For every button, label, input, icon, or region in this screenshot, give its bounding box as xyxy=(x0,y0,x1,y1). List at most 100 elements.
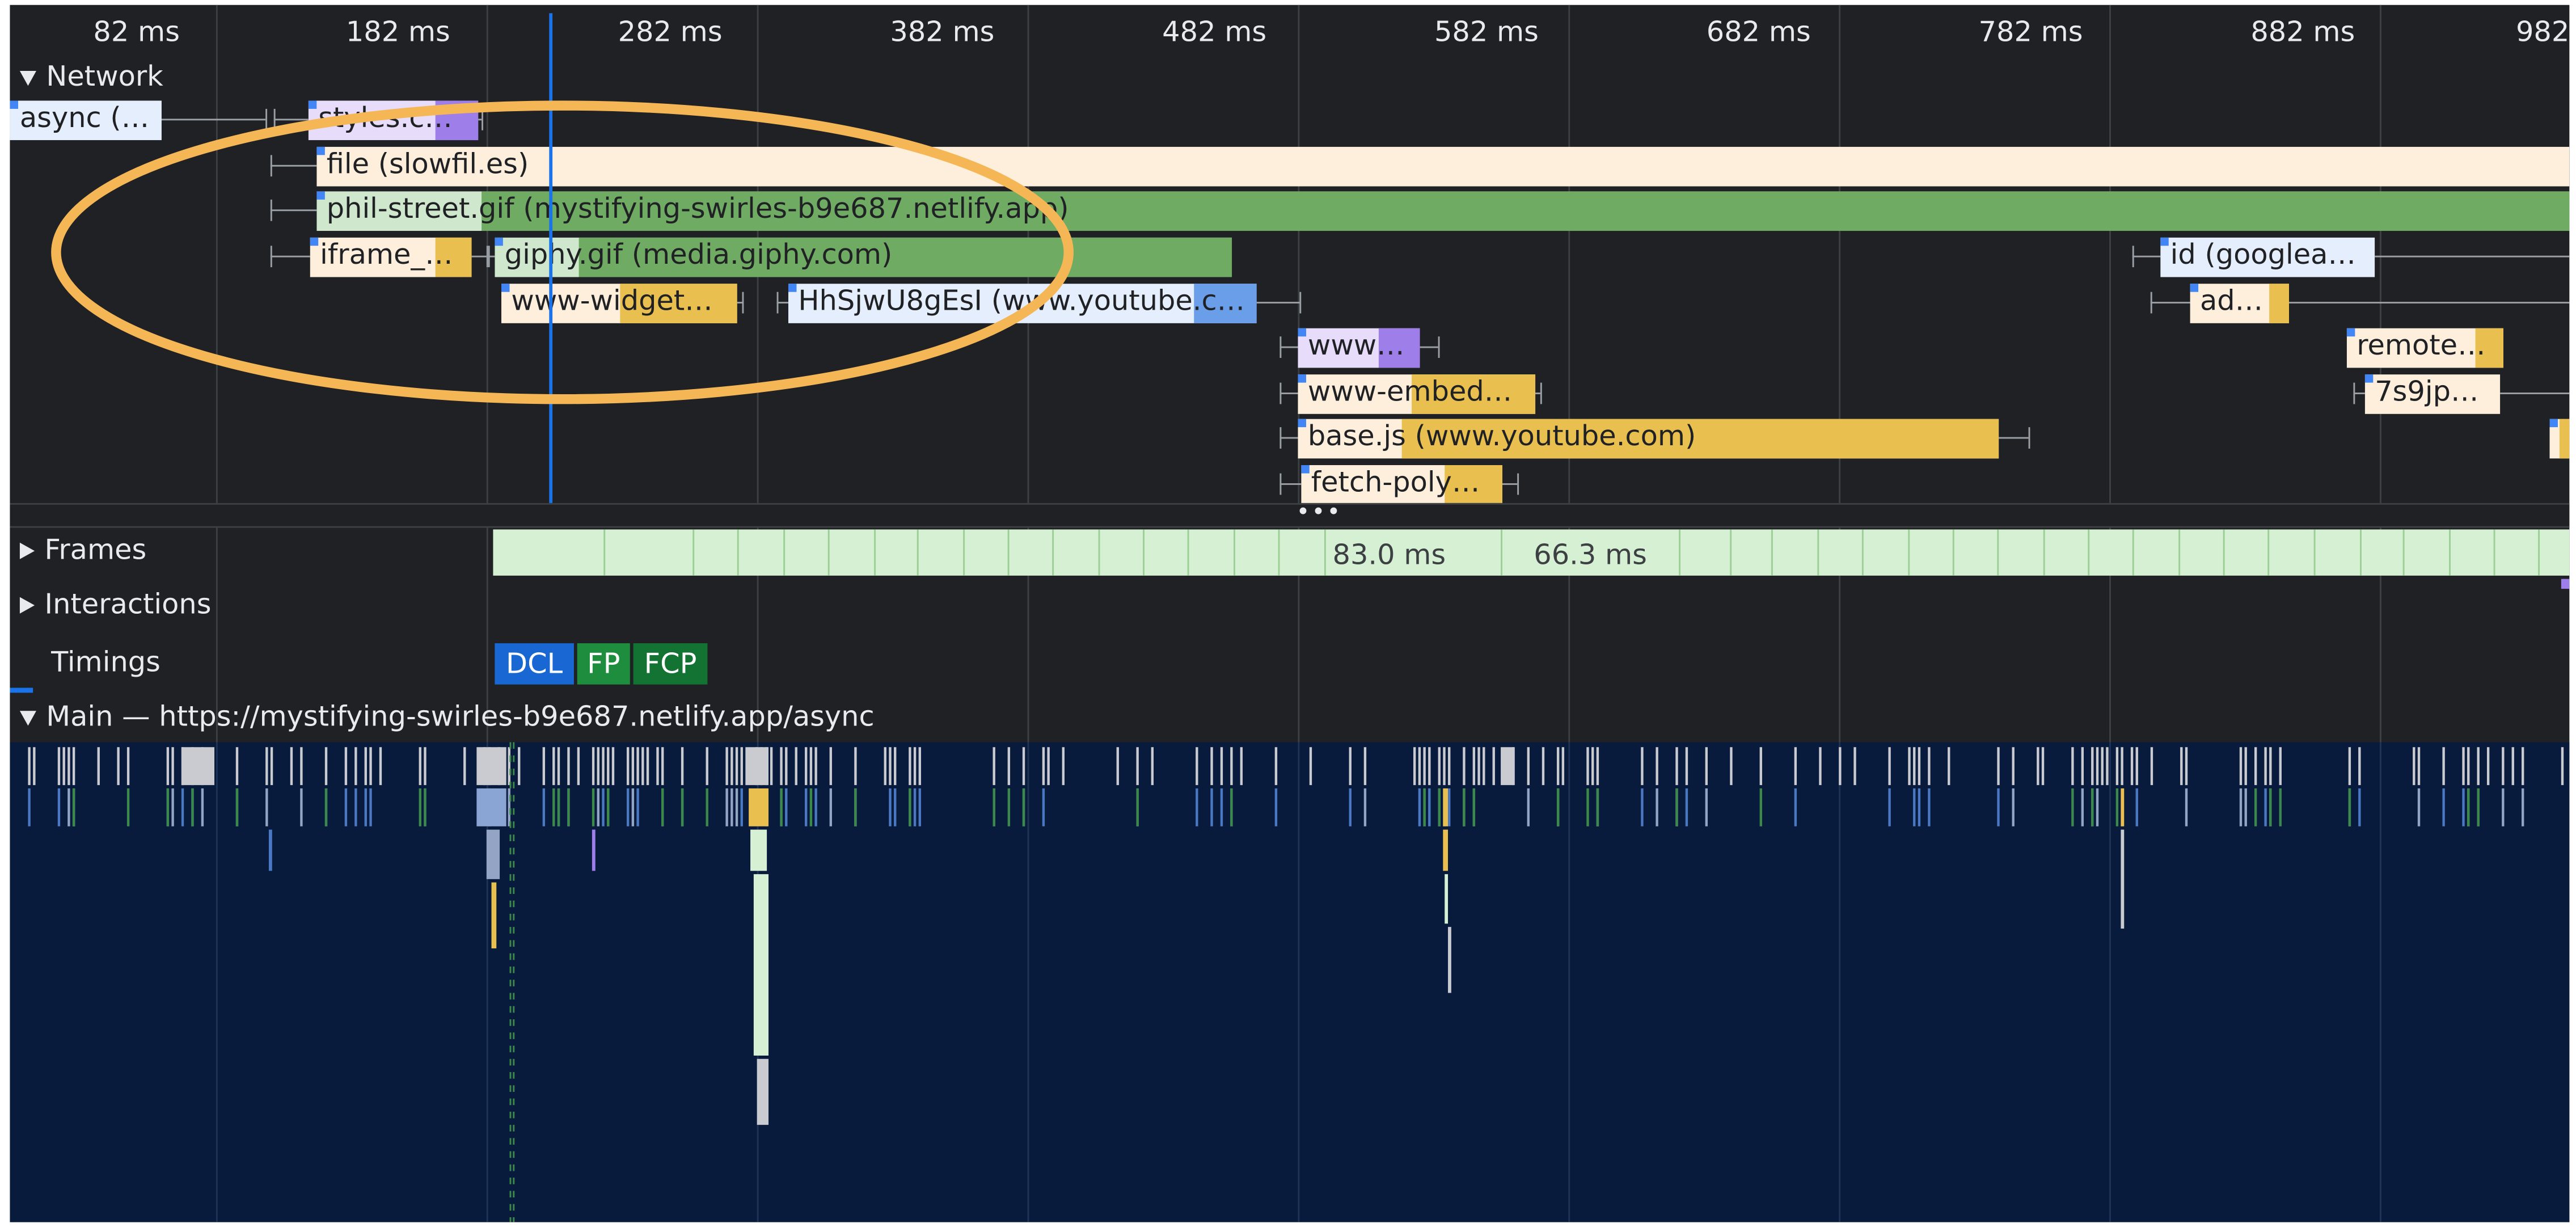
task-slice xyxy=(730,747,733,786)
frame-separator xyxy=(2360,529,2362,576)
task-slice xyxy=(1418,788,1421,826)
frame-duration-label[interactable]: 66.3 ms xyxy=(1534,539,1647,572)
timing-marker-fcp[interactable]: FCP xyxy=(633,643,708,685)
timing-marker-dcl[interactable]: DCL xyxy=(495,643,574,685)
track-header-frames[interactable]: Frames xyxy=(19,533,146,569)
timing-guide-line xyxy=(513,940,515,947)
task-slice xyxy=(1556,788,1560,826)
frame-separator xyxy=(1861,529,1864,576)
network-request[interactable]: fetch-poly… xyxy=(10,465,2569,505)
network-request[interactable]: phil-street.gif (mystifying-swirles-b9e6… xyxy=(10,191,2570,231)
time-ruler[interactable]: 82 ms 182 ms 282 ms 382 ms 482 ms 582 ms 682 m… xyxy=(10,5,2569,54)
task-slice xyxy=(706,788,708,826)
track-header-timings[interactable]: Timings xyxy=(51,645,161,681)
frame-separator xyxy=(1908,529,1910,576)
frame-separator xyxy=(1997,529,1999,576)
request-bar[interactable] xyxy=(2549,419,2570,459)
request-priority-marker xyxy=(2190,284,2199,292)
task-slice xyxy=(730,788,733,826)
collapse-triangle-icon[interactable] xyxy=(19,70,36,85)
resize-handle-icon[interactable]: ••• xyxy=(1297,500,1342,526)
track-header-main[interactable]: Main — https://mystifying-swirles-b9e687… xyxy=(19,699,875,736)
request-priority-marker xyxy=(316,146,325,155)
network-track-resize-divider[interactable] xyxy=(10,503,2570,528)
task-slice xyxy=(1591,747,1594,786)
frame-duration-label[interactable]: 83.0 ms xyxy=(1333,539,1446,572)
task-slice xyxy=(607,747,610,786)
request-bar[interactable]: phil-street.gif (mystifying-swirles-b9e6… xyxy=(316,191,2570,231)
main-thread-flame-chart[interactable] xyxy=(10,742,2570,1222)
network-request[interactable] xyxy=(10,419,2570,459)
network-request[interactable]: remote… xyxy=(10,328,2569,368)
timing-guide-line xyxy=(513,1072,515,1079)
request-label: fetch-poly… xyxy=(1311,466,1480,500)
task-slice xyxy=(1443,747,1446,786)
task-slice xyxy=(1685,788,1688,826)
timing-guide-line xyxy=(513,1019,515,1026)
network-request[interactable]: styles.c… xyxy=(10,100,2569,141)
track-header-network[interactable]: Network xyxy=(19,60,163,96)
task-slice xyxy=(805,788,808,826)
ruler-tick-label: 982 xyxy=(2515,16,2570,50)
request-bar[interactable]: styles.c… xyxy=(308,100,479,141)
timing-marker-fp[interactable]: FP xyxy=(577,643,630,685)
task-slice xyxy=(508,747,510,786)
track-title-timings: Timings xyxy=(51,646,161,680)
ruler-tick-label: 482 ms xyxy=(1162,16,1267,50)
task-slice xyxy=(364,747,367,786)
task-slice xyxy=(28,747,31,786)
frames-strip[interactable] xyxy=(493,529,2570,576)
task-slice xyxy=(1675,747,1678,786)
task-slice xyxy=(2121,829,2125,929)
timing-guide-line xyxy=(509,966,512,973)
task-slice xyxy=(809,788,813,826)
task-slice xyxy=(1586,788,1589,826)
expand-triangle-icon[interactable] xyxy=(19,597,35,614)
task-slice xyxy=(2121,747,2123,786)
task-slice xyxy=(1363,747,1367,786)
network-request[interactable]: id (googlea… xyxy=(10,237,2570,277)
task-slice xyxy=(1349,788,1352,826)
request-bar[interactable]: ad… xyxy=(2190,284,2290,323)
task-slice xyxy=(1274,747,1278,786)
task-slice xyxy=(62,747,65,786)
frame-separator xyxy=(2449,529,2451,576)
task-slice xyxy=(1418,747,1421,786)
request-bar[interactable]: file (slowfil.es) xyxy=(316,146,2570,187)
request-bar[interactable]: fetch-poly… xyxy=(1301,465,1503,505)
timing-guide-line xyxy=(509,874,512,881)
task-slice xyxy=(265,747,268,786)
task-slice xyxy=(2130,747,2134,786)
request-bar[interactable]: 7s9jp… xyxy=(2364,374,2501,414)
timing-guide-line xyxy=(513,795,515,802)
task-slice xyxy=(2244,788,2247,826)
time-cursor[interactable] xyxy=(549,13,553,508)
script-slice xyxy=(749,788,769,826)
track-header-interactions[interactable]: Interactions xyxy=(19,587,211,623)
whisker-cap xyxy=(270,155,272,177)
request-wait-whisker xyxy=(2353,393,2365,394)
network-request[interactable]: file (slowfil.es) xyxy=(10,146,2570,187)
task-slice xyxy=(1413,747,1416,786)
frame-separator xyxy=(874,529,876,576)
task-slice xyxy=(2091,747,2094,786)
network-request[interactable]: 7s9jp… xyxy=(10,374,2570,414)
task-slice xyxy=(424,788,426,826)
network-request[interactable]: ad… xyxy=(10,284,2570,323)
request-wait-whisker xyxy=(270,209,317,212)
expand-triangle-icon[interactable] xyxy=(19,542,35,559)
task-slice xyxy=(1853,747,1856,786)
collapse-triangle-icon[interactable] xyxy=(19,710,36,725)
request-bar[interactable]: id (googlea… xyxy=(2160,237,2375,277)
timing-guide-line xyxy=(513,927,515,934)
task-slice xyxy=(641,747,644,786)
task-slice xyxy=(508,788,510,826)
task-slice xyxy=(626,788,630,826)
interaction-marker[interactable] xyxy=(2561,579,2570,589)
gridline xyxy=(2379,742,2381,1222)
task-slice xyxy=(2150,747,2153,786)
request-bar[interactable]: remote… xyxy=(2346,328,2504,368)
task-slice xyxy=(235,788,239,826)
gridline xyxy=(1568,742,1570,1222)
ruler-tick-label: 782 ms xyxy=(1978,16,2083,50)
